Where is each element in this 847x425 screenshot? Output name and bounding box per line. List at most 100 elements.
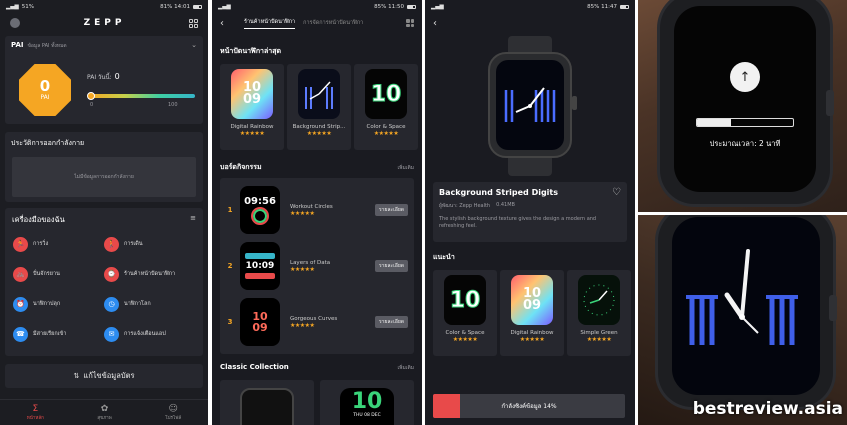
striped-digits-face-icon [686, 249, 798, 345]
home-icon: Σ [32, 403, 39, 414]
striped-digits-face-icon [504, 87, 556, 122]
nav-health[interactable]: ✿ สุขภาพ [97, 404, 112, 421]
running-icon: 🏃 [13, 236, 28, 252]
pai-today-label: PAI วันนี้: [87, 74, 112, 81]
latest-item[interactable]: 10 Color & Space ★★★★★ [354, 64, 418, 150]
simple-green-face-icon [583, 284, 615, 316]
watch-face-thumbnail: 10:09 [240, 242, 280, 290]
latest-title: หน้าปัดนาฬิกาล่าสุด [220, 47, 282, 55]
tool-item[interactable]: ☎ มีสายเรียกเข้า [13, 324, 104, 344]
signal-icon: ▂▄▆ [6, 3, 19, 10]
nav-health-label: สุขภาพ [97, 415, 112, 421]
nav-home[interactable]: Σ หน้าหลัก [26, 403, 44, 421]
latest-item[interactable]: Background Strip... ★★★★★ [287, 64, 351, 150]
watch-face-thumbnail: 10 09 [240, 298, 280, 346]
rating-stars: ★★★★★ [239, 130, 265, 137]
edit-cards-button[interactable]: ⇅ แก้ไขข้อมูลบัตร [5, 364, 203, 388]
classic-item[interactable] [220, 380, 314, 425]
tool-item[interactable]: 🚶 การเดิน [104, 234, 195, 254]
latest-item[interactable]: 10 09 Digital Rainbow ★★★★★ [220, 64, 284, 150]
recommend-item[interactable]: Simple Green ★★★★★ [567, 270, 631, 356]
app-logo: ZEPP [83, 18, 126, 28]
rating-stars: ★★★★★ [586, 336, 612, 343]
store-header: ‹ ร้านค้าหน้าปัดนาฬิกา การจัดการหน้าปัดน… [212, 13, 422, 33]
rating-stars: ★★★★★ [519, 336, 545, 343]
tool-item-label: การแจ้งเตือนแอป [124, 331, 166, 337]
ranking-row[interactable]: 1 09:56 Workout Circles ★★★★★ รายละเอียด [220, 184, 414, 236]
recommend-item[interactable]: 10 09 Digital Rainbow ★★★★★ [500, 270, 564, 356]
alarm-icon: ⏰ [13, 296, 28, 312]
ranking-list: 1 09:56 Workout Circles ★★★★★ รายละเอียด… [220, 178, 414, 354]
details-button[interactable]: รายละเอียด [374, 316, 408, 328]
workout-card[interactable]: ประวัติการออกกำลังกาย ไม่มีข้อมูลการออกก… [5, 132, 203, 202]
rank-number: 1 [227, 206, 233, 214]
classic-title: Classic Collection [220, 363, 289, 371]
tool-item-label: ปั่นจักรยาน [33, 271, 60, 277]
edit-cards-label: แก้ไขข้อมูลบัตร [83, 371, 135, 380]
watch-face-title: Background Striped Digits [439, 188, 559, 197]
signal-icon: ▂▄▆ [431, 3, 444, 10]
classic-more-link[interactable]: เพิ่มเติม [397, 364, 414, 372]
tool-item[interactable]: ⏰ นาฬิกาปลุก [13, 294, 104, 314]
estimated-time-text: ประมาณเวลา: 2 นาที [709, 139, 781, 148]
sort-icon[interactable]: ≡ [190, 214, 196, 226]
watch-display: ↑ ประมาณเวลา: 2 นาที [674, 6, 816, 192]
menu-icon[interactable] [10, 18, 20, 28]
back-icon[interactable]: ‹ [220, 18, 224, 29]
watch-face-thumbnail [240, 388, 294, 425]
details-button[interactable]: รายละเอียด [374, 204, 408, 216]
nav-profile-label: โปรไฟล์ [165, 415, 182, 421]
pai-value: 0 [39, 77, 51, 95]
nav-home-label: หน้าหลัก [26, 415, 44, 421]
rating-stars: ★★★★★ [373, 130, 399, 137]
watch-photo-syncing: ↑ ประมาณเวลา: 2 นาที [638, 0, 847, 212]
workout-title: ประวัติการออกกำลังกาย [11, 139, 85, 147]
pai-progress-knob [87, 92, 95, 100]
zepp-home-screen: ▂▄▆ 51% 81% 14:01 ZEPP PAI ข้อมูล PAI ทั้… [0, 0, 208, 425]
ranking-more-link[interactable]: เพิ่มเติม [397, 164, 414, 172]
tool-item-label: นาฬิกาปลุก [33, 301, 61, 307]
grid-icon[interactable] [189, 18, 198, 28]
watch-photo-face: bestreview.asia [638, 215, 847, 425]
watch-face-thumbnail [298, 69, 340, 119]
tab-manage[interactable]: การจัดการหน้าปัดนาฬิกา [303, 19, 363, 27]
tool-item[interactable]: ⌚ ร้านค้าหน้าปัดนาฬิกา [104, 264, 195, 284]
recommend-item[interactable]: 10 Color & Space ★★★★★ [433, 270, 497, 356]
nav-profile[interactable]: ☺ โปรไฟล์ [165, 403, 182, 421]
notification-icon: ✉ [104, 326, 119, 342]
pai-card[interactable]: PAI ข้อมูล PAI ทั้งหมด ⌄ 0 PAI PAI วันนี… [5, 36, 203, 124]
tool-item-label: นาฬิกาโลก [124, 301, 151, 307]
tools-title: เครื่องมือของฉัน [12, 215, 65, 224]
rating-stars: ★★★★★ [290, 265, 315, 273]
analog-hands-icon [305, 81, 333, 109]
watch-face-detail-screen: ▂▄▆ 85% 11:47 ‹ Background Striped Digit… [425, 0, 635, 425]
heart-icon[interactable]: ♡ [612, 188, 621, 198]
sync-progress-track [696, 118, 794, 127]
status-right: 85% 11:47 [587, 3, 617, 10]
pai-title: PAI [11, 41, 24, 49]
watch-preview [480, 36, 580, 176]
file-size: 0.41MB [496, 202, 515, 208]
tool-item[interactable]: ◷ นาฬิกาโลก [104, 294, 195, 314]
sync-bar[interactable]: กำลังซิงค์ข้อมูล 14% [433, 394, 625, 418]
ranking-row[interactable]: 2 10:09 Layers of Data ★★★★★ รายละเอียด [220, 240, 414, 292]
profile-icon: ☺ [168, 403, 178, 414]
rank-number: 3 [227, 318, 233, 326]
back-icon[interactable]: ‹ [433, 18, 437, 29]
tool-item[interactable]: ✉ การแจ้งเตือนแอป [104, 324, 195, 344]
tool-item-label: การวิ่ง [33, 241, 49, 247]
description-text: The stylish background texture gives the… [439, 216, 597, 229]
store-icon: ⌚ [104, 266, 119, 282]
battery-icon [193, 4, 202, 9]
chevron-down-icon[interactable]: ⌄ [191, 41, 197, 50]
tool-item-label: การเดิน [124, 241, 143, 247]
battery-icon [407, 4, 416, 9]
watch-face-thumbnail: 10 THU 08 DEC [340, 388, 394, 425]
details-button[interactable]: รายละเอียด [374, 260, 408, 272]
ranking-row[interactable]: 3 10 09 Gorgeous Curves ★★★★★ รายละเอียด [220, 296, 414, 348]
classic-item[interactable]: 10 THU 08 DEC [320, 380, 414, 425]
tool-item[interactable]: 🏃 การวิ่ง [13, 234, 104, 254]
tool-item[interactable]: 🚲 ปั่นจักรยาน [13, 264, 104, 284]
tab-store[interactable]: ร้านค้าหน้าปัดนาฬิกา [244, 18, 296, 29]
grid-icon[interactable] [406, 19, 414, 27]
